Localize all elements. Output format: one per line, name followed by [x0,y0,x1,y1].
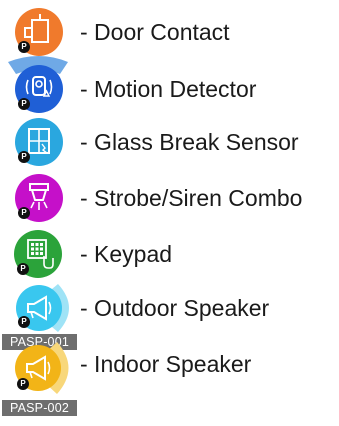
badge-letter: P [21,208,27,217]
keypad-icon: P [0,226,82,282]
legend-label: - Outdoor Speaker [80,295,270,321]
motion-detector-icon: P [0,56,82,116]
legend-item-glass-break-sensor: P - Glass Break Sensor [0,114,339,170]
badge-letter: P [21,42,27,51]
badge-letter: P [21,317,27,326]
legend-item-keypad: P - Keypad [0,226,339,282]
device-tag: PASP-002 [2,400,77,416]
legend-item-motion-detector: P - Motion Detector [0,56,339,116]
legend-label: - Keypad [80,241,173,267]
badge-letter: P [20,379,26,388]
glass-break-sensor-icon: P [0,114,82,170]
legend-item-door-contact: P - Door Contact [0,4,339,60]
legend-label: - Strobe/Siren Combo [80,185,303,211]
legend-label: - Indoor Speaker [80,351,252,377]
badge-letter: P [21,99,27,108]
outdoor-speaker-icon: P [0,282,82,338]
door-contact-icon: P [0,4,82,60]
legend-item-strobe-siren: P - Strobe/Siren Combo [0,170,339,226]
indoor-speaker-icon: P [0,338,82,394]
legend-label: - Motion Detector [80,76,257,102]
legend-item-indoor-speaker: P - Indoor Speaker PASP-002 [0,338,339,422]
badge-letter: P [20,264,26,273]
legend-label: - Glass Break Sensor [80,129,299,155]
badge-letter: P [21,152,27,161]
strobe-siren-icon: P [0,170,82,226]
legend-label: - Door Contact [80,19,230,45]
